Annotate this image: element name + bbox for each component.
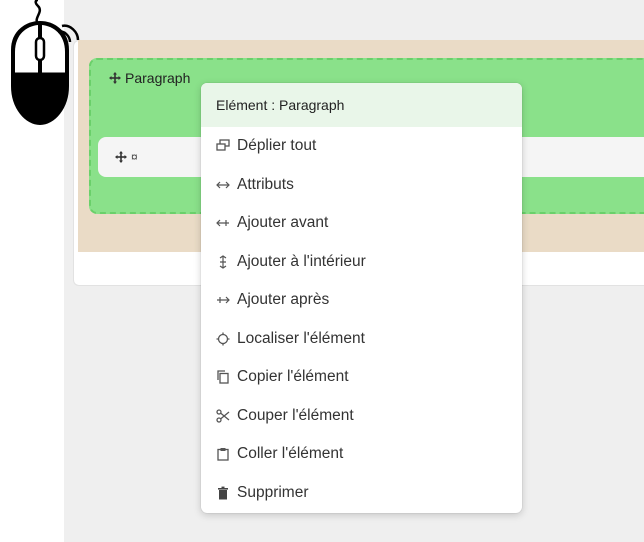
- menu-item-delete[interactable]: Supprimer: [201, 474, 522, 513]
- menu-item-paste[interactable]: Coller l'élément: [201, 435, 522, 474]
- editor-stage: Paragraph ¤ Elément : Paragraph Déplier …: [0, 0, 644, 542]
- menu-item-label: Supprimer: [237, 483, 309, 501]
- menu-item-add-after[interactable]: Ajouter après: [201, 281, 522, 320]
- context-menu-header: Elément : Paragraph: [201, 83, 522, 127]
- menu-item-expand-all[interactable]: Déplier tout: [201, 127, 522, 166]
- menu-item-label: Attributs: [237, 175, 294, 193]
- paragraph-block-header[interactable]: Paragraph: [109, 70, 190, 86]
- menu-item-cut[interactable]: Couper l'élément: [201, 397, 522, 436]
- move-handle-icon[interactable]: [109, 72, 121, 84]
- insert-before-icon: [215, 215, 231, 231]
- menu-item-label: Ajouter avant: [237, 214, 329, 232]
- child-element-label: ¤: [131, 150, 138, 164]
- menu-item-label: Ajouter après: [237, 291, 330, 309]
- menu-item-add-inside[interactable]: Ajouter à l'intérieur: [201, 243, 522, 282]
- context-menu: Elément : Paragraph Déplier tout Attribu…: [201, 83, 522, 513]
- paste-icon: [215, 446, 231, 462]
- menu-item-label: Déplier tout: [237, 137, 317, 155]
- menu-item-label: Ajouter à l'intérieur: [237, 252, 366, 270]
- mouse-right-click-icon: [0, 0, 84, 130]
- move-handle-icon[interactable]: [115, 151, 127, 163]
- menu-item-label: Copier l'élément: [237, 368, 349, 386]
- paragraph-block-label: Paragraph: [125, 70, 191, 86]
- insert-inside-icon: [215, 254, 231, 270]
- menu-item-label: Coller l'élément: [237, 445, 344, 463]
- menu-item-label: Localiser l'élément: [237, 329, 365, 347]
- menu-item-attributes[interactable]: Attributs: [201, 166, 522, 205]
- attributes-icon: [215, 177, 231, 193]
- expand-icon: [215, 138, 231, 154]
- copy-icon: [215, 369, 231, 385]
- menu-item-label: Couper l'élément: [237, 406, 354, 424]
- trash-icon: [215, 485, 231, 501]
- cut-icon: [215, 408, 231, 424]
- insert-after-icon: [215, 292, 231, 308]
- menu-item-locate[interactable]: Localiser l'élément: [201, 320, 522, 359]
- menu-item-copy[interactable]: Copier l'élément: [201, 358, 522, 397]
- locate-icon: [215, 331, 231, 347]
- menu-item-add-before[interactable]: Ajouter avant: [201, 204, 522, 243]
